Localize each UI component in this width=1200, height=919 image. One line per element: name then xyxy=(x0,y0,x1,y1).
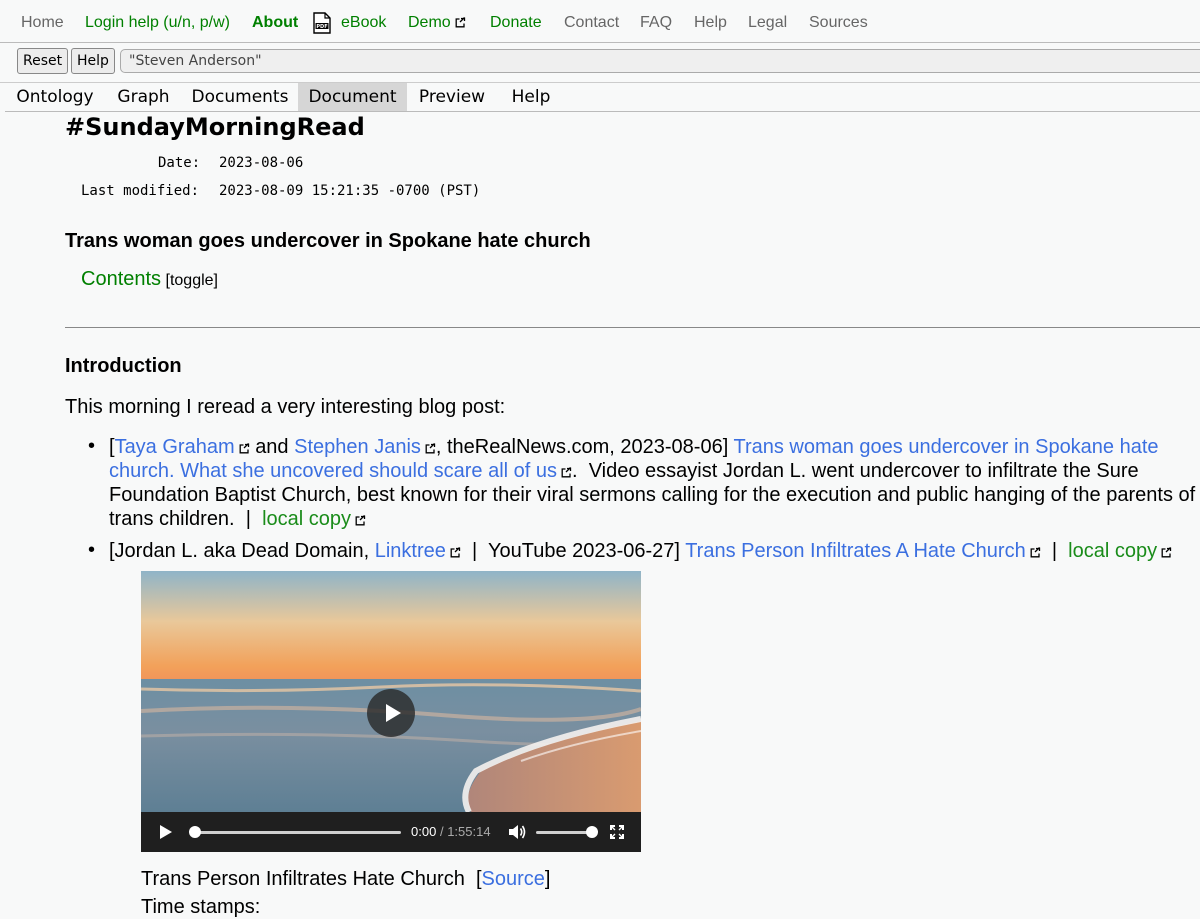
list-item: [Taya Graham and Stephen Janis, theRealN… xyxy=(109,436,1196,530)
contents-link[interactable]: Contents xyxy=(81,268,161,290)
external-link-icon xyxy=(1161,547,1172,558)
top-navigation: Home Login help (u/n, p/w) About PDF eBo… xyxy=(0,0,1200,44)
tab-help[interactable]: Help xyxy=(497,83,565,111)
nav-faq-link[interactable]: FAQ xyxy=(640,14,672,32)
time-display: 0:00 / 1:55:14 xyxy=(411,824,491,839)
contents-toggle[interactable]: [toggle] xyxy=(166,272,218,289)
nav-contact-link[interactable]: Contact xyxy=(564,14,619,32)
external-link-icon xyxy=(355,515,366,526)
contents-toc: Contents [toggle] xyxy=(81,268,218,291)
search-help-button[interactable]: Help xyxy=(71,48,115,74)
volume-knob[interactable] xyxy=(586,826,598,838)
search-input[interactable]: "Steven Anderson" xyxy=(120,49,1200,73)
tab-graph[interactable]: Graph xyxy=(105,83,182,111)
source-text: , theRealNews.com, 2023-08-06] xyxy=(435,436,729,458)
external-link-icon xyxy=(455,17,465,28)
svg-text:PDF: PDF xyxy=(316,24,327,30)
current-time: 0:00 xyxy=(411,824,437,839)
intro-paragraph: This morning I reread a very interesting… xyxy=(65,396,506,418)
conjunction-text: and xyxy=(255,436,289,458)
source-link[interactable]: Source xyxy=(482,868,545,890)
tab-document[interactable]: Document xyxy=(298,83,407,111)
tab-preview[interactable]: Preview xyxy=(407,83,497,111)
description-text: Video essayist Jordan L. went undercover… xyxy=(588,460,1139,482)
reset-button[interactable]: Reset xyxy=(17,48,69,74)
separator: | xyxy=(1051,540,1058,562)
external-link-icon xyxy=(425,443,436,454)
video-link[interactable]: Trans Person Infiltrates A Hate Church xyxy=(685,540,1041,562)
author-link-taya-graham[interactable]: Taya Graham xyxy=(115,436,250,458)
divider xyxy=(0,42,1200,43)
video-controls: 0:00 / 1:55:14 xyxy=(141,812,641,852)
linktree-link[interactable]: Linktree xyxy=(375,540,461,562)
play-overlay-button[interactable] xyxy=(367,689,415,737)
separator: | xyxy=(472,540,478,562)
play-icon xyxy=(386,704,401,722)
description-text: trans children. xyxy=(109,508,235,530)
nav-sources-link[interactable]: Sources xyxy=(809,14,868,32)
date-value: 2023-08-06 xyxy=(219,155,304,171)
external-link-icon xyxy=(561,467,572,478)
local-copy-link[interactable]: local copy xyxy=(1068,540,1172,562)
last-modified-value: 2023-08-09 15:21:35 -0700 (PST) xyxy=(219,183,481,199)
external-link-icon xyxy=(239,443,249,454)
tab-ontology[interactable]: Ontology xyxy=(5,83,105,111)
duration: 1:55:14 xyxy=(447,824,491,839)
date-label: Date: xyxy=(158,155,201,171)
last-modified-label: Last modified: xyxy=(81,183,200,199)
bullet-marker: • xyxy=(88,539,96,561)
external-link-icon xyxy=(1030,547,1040,558)
nav-login-help-link[interactable]: Login help (u/n, p/w) xyxy=(85,14,230,32)
nav-demo-link[interactable]: Demo xyxy=(408,14,466,32)
author-text: [Jordan L. aka Dead Domain, xyxy=(109,540,370,562)
timestamps-label: Time stamps: xyxy=(141,896,261,918)
description-text: Foundation Baptist Church, best known fo… xyxy=(109,484,1196,506)
nav-ebook-link[interactable]: eBook xyxy=(341,14,386,32)
nav-about-link[interactable]: About xyxy=(252,14,298,32)
author-link-stephen-janis[interactable]: Stephen Janis xyxy=(294,436,436,458)
document-title: #SundayMorningRead xyxy=(65,113,365,141)
divider xyxy=(5,111,1200,112)
external-link-icon xyxy=(450,547,461,558)
tab-documents[interactable]: Documents xyxy=(182,83,298,111)
list-item: [Jordan L. aka Dead Domain, Linktree | Y… xyxy=(109,539,1172,563)
separator: | xyxy=(245,508,251,530)
nav-help-link[interactable]: Help xyxy=(694,14,727,32)
document-subtitle: Trans woman goes undercover in Spokane h… xyxy=(65,230,591,252)
video-player[interactable]: 0:00 / 1:55:14 xyxy=(141,571,641,852)
youtube-text: YouTube 2023-06-27] xyxy=(487,540,680,562)
volume-icon[interactable] xyxy=(508,824,526,840)
progress-slider[interactable] xyxy=(189,826,401,838)
local-copy-link[interactable]: local copy xyxy=(262,508,366,530)
progress-knob[interactable] xyxy=(189,826,201,838)
article-link[interactable]: church. What she uncovered should scare … xyxy=(109,460,572,482)
nav-legal-link[interactable]: Legal xyxy=(748,14,787,32)
divider xyxy=(65,327,1200,328)
pdf-icon[interactable]: PDF xyxy=(312,12,332,39)
time-separator: / xyxy=(439,824,444,839)
video-caption: Trans Person Infiltrates Hate Church [So… xyxy=(141,868,551,890)
fullscreen-icon[interactable] xyxy=(610,825,624,839)
article-link[interactable]: Trans woman goes undercover in Spokane h… xyxy=(733,436,1158,458)
video-caption-text: Trans Person Infiltrates Hate Church xyxy=(141,868,465,890)
play-icon[interactable] xyxy=(158,824,174,840)
nav-home-link[interactable]: Home xyxy=(21,14,64,32)
nav-donate-link[interactable]: Donate xyxy=(490,14,542,32)
bullet-marker: • xyxy=(88,435,96,457)
section-heading-introduction: Introduction xyxy=(65,355,182,377)
volume-slider[interactable] xyxy=(536,826,598,838)
